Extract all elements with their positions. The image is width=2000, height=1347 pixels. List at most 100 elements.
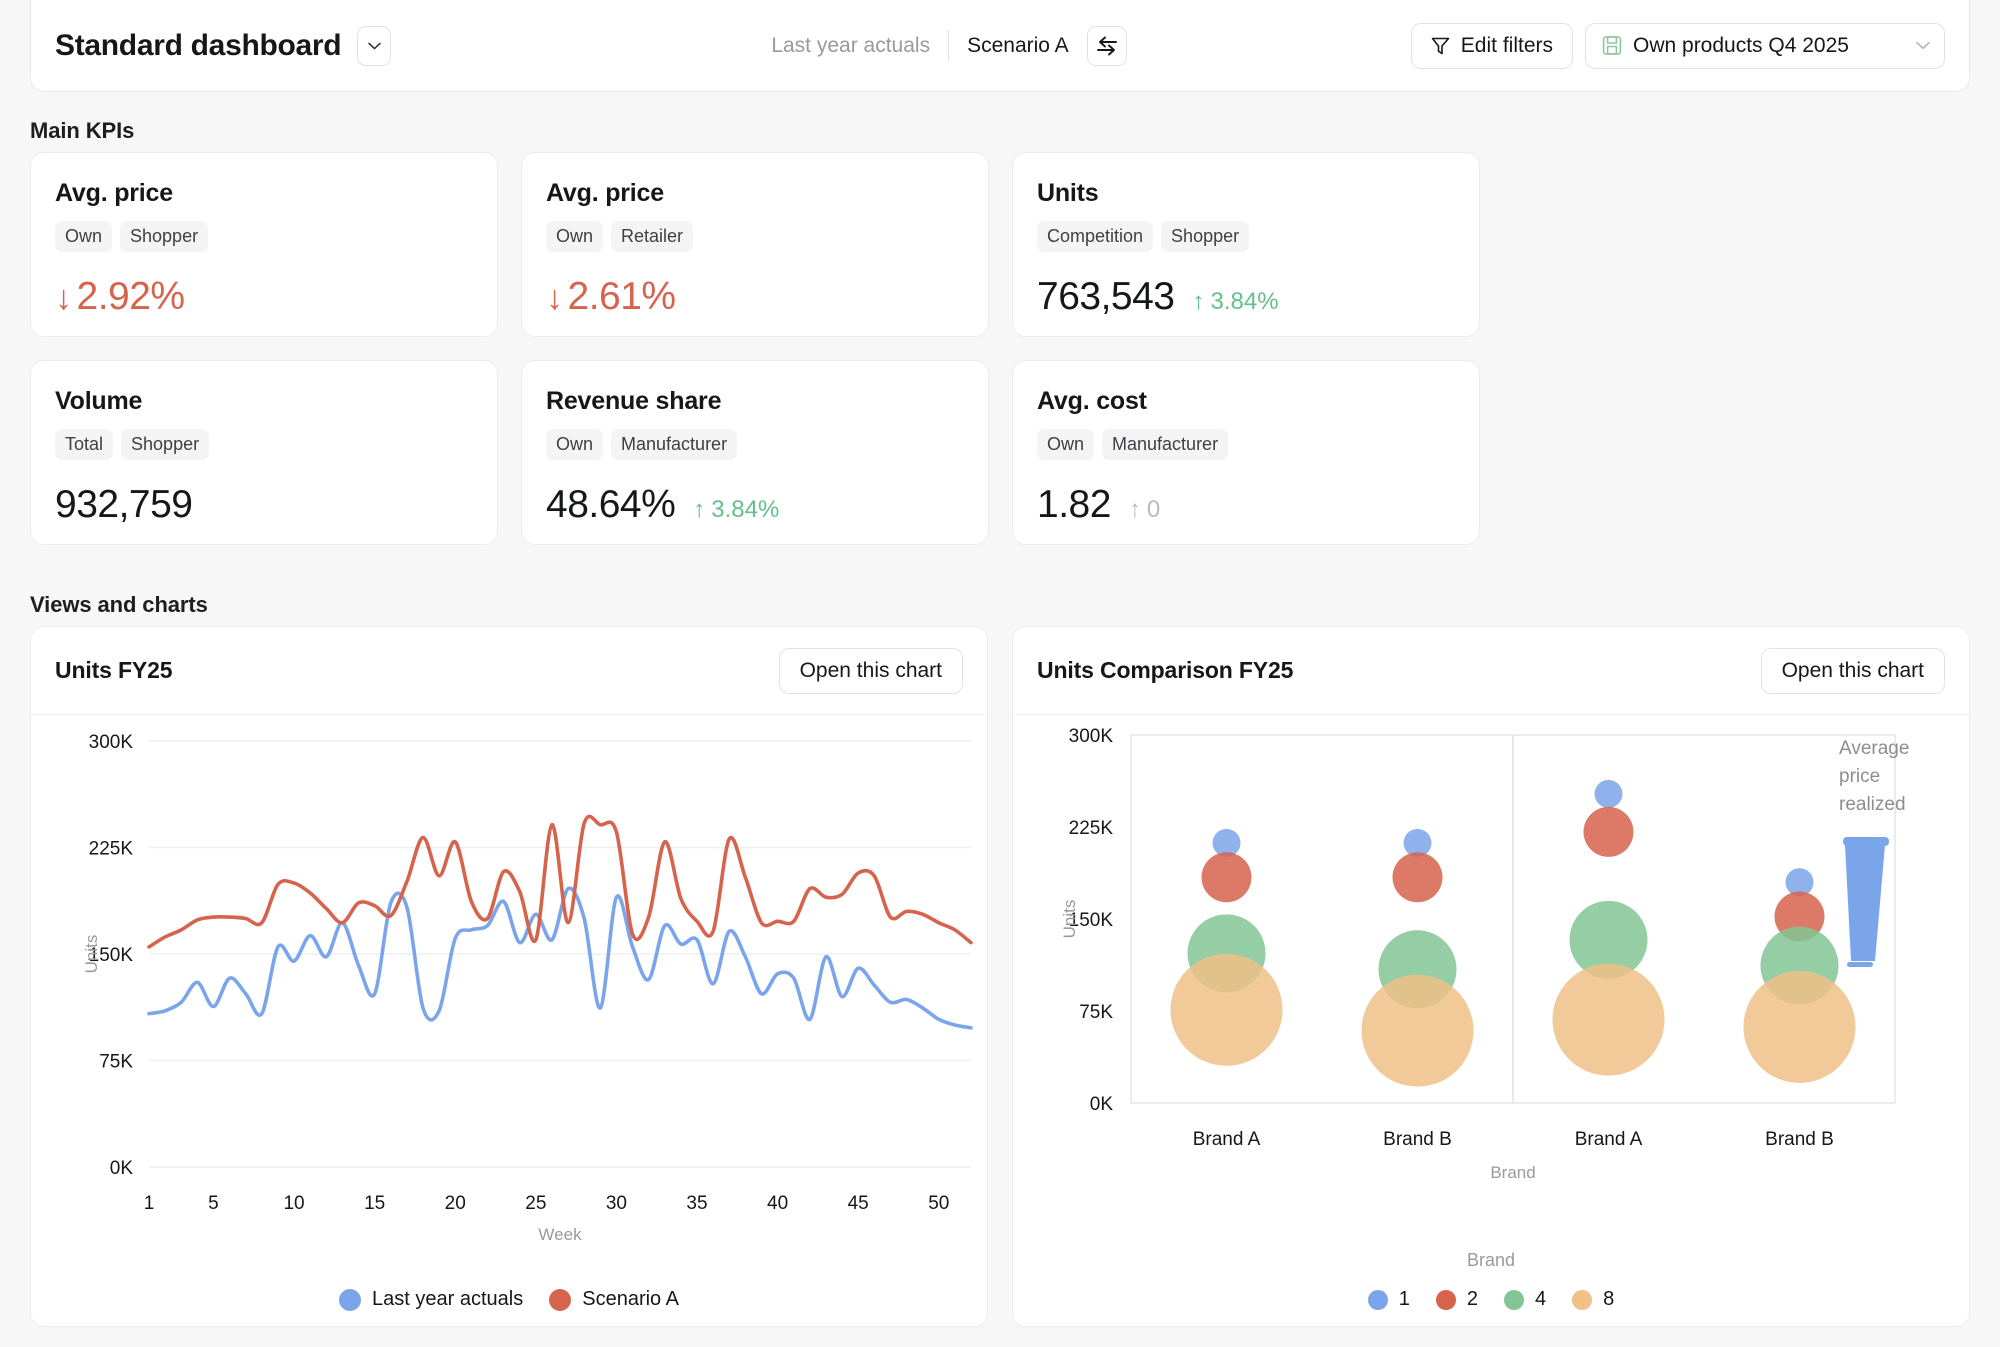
legend-item[interactable]: Scenario A — [549, 1288, 679, 1311]
kpi-chip: Competition — [1037, 221, 1154, 252]
x-tick-label: Brand A — [1193, 1129, 1261, 1150]
size-legend-title: Average price realized — [1839, 738, 1910, 815]
line-series-last-year-actuals — [147, 886, 973, 1030]
kpi-chips: Own Shopper — [55, 221, 497, 252]
chevron-down-icon — [368, 42, 381, 49]
chevron-down-icon — [1916, 41, 1930, 50]
legend-color-dot — [1572, 1289, 1593, 1310]
legend-item[interactable]: Last year actuals — [339, 1288, 523, 1311]
kpi-value-row: ↓ 2.92% — [55, 275, 497, 319]
scenario-baseline-label[interactable]: Last year actuals — [771, 34, 930, 58]
bubble-point — [1201, 852, 1252, 903]
dashboard-selector-button[interactable] — [357, 25, 392, 66]
legend-item[interactable]: 2 — [1435, 1288, 1478, 1311]
x-tick-label: 15 — [364, 1193, 385, 1214]
bubble-point — [1743, 970, 1856, 1083]
kpi-chip: Shopper — [1161, 221, 1250, 252]
kpi-value: ↓ 2.92% — [55, 275, 185, 319]
bubble-legend-title: Brand — [1466, 1250, 1516, 1270]
legend-label: 4 — [1535, 1288, 1547, 1310]
kpi-title: Units — [1037, 179, 1099, 207]
bubble-chart-title: Units Comparison FY25 — [1037, 657, 1294, 683]
line-chart-card: Units FY25 Open this chart 0K 75K 150K 225K… — [30, 626, 988, 1327]
scenario-switcher: Last year actuals Scenario A — [771, 25, 1127, 66]
kpi-value-row: ↓ 2.61% — [546, 275, 988, 319]
x-tick-label: 10 — [283, 1193, 304, 1214]
dashboard-header: Standard dashboard Last year actuals Sce… — [30, 0, 1970, 92]
arrow-down-icon: ↓ — [55, 279, 72, 317]
kpi-card-units[interactable]: Units Competition Shopper 763,543 ↑ 3.84… — [1012, 152, 1480, 337]
arrow-up-icon: ↑ — [1192, 288, 1205, 315]
y-axis-label: Units — [1060, 900, 1079, 939]
product-selection-label: Own products Q4 2025 — [1633, 33, 1849, 57]
x-tick-label: 45 — [848, 1193, 869, 1214]
legend-label: Last year actuals — [372, 1288, 524, 1310]
legend-color-dot — [549, 1288, 572, 1311]
header-actions: Edit filters Own products Q4 2025 — [1410, 22, 1945, 69]
kpi-value-row: 932,759 — [55, 483, 497, 527]
legend-item[interactable]: 4 — [1504, 1288, 1546, 1311]
bubble-chart-plot[interactable]: 0K75K150K225K300KUnitsBrand A Brand B Bran… — [1013, 715, 1969, 1250]
kpi-card-revenue-share[interactable]: Revenue share Own Manufacturer 48.64% ↑ … — [521, 360, 989, 545]
kpi-value-row: 1.82 ↑ 0 — [1037, 483, 1479, 527]
y-tick-label: 225K — [89, 839, 134, 860]
line-chart-header: Units FY25 Open this chart — [31, 627, 987, 715]
kpi-value-row: 763,543 ↑ 3.84% — [1037, 275, 1479, 319]
funnel-icon — [1431, 37, 1450, 54]
x-tick-label: 1 — [144, 1193, 155, 1214]
legend-label: 2 — [1466, 1288, 1478, 1310]
kpi-card-volume[interactable]: Volume Total Shopper 932,759 — [30, 360, 498, 545]
scenario-active-label[interactable]: Scenario A — [967, 34, 1069, 58]
bubble-chart-card: Units Comparison FY25 Open this chart 0K… — [1012, 626, 1970, 1327]
x-axis-label: Brand — [1490, 1163, 1535, 1182]
main-kpis-heading: Main KPIs — [30, 118, 135, 143]
edit-filters-button[interactable]: Edit filters — [1410, 22, 1573, 69]
kpi-chip: Own — [546, 221, 604, 252]
swap-scenarios-button[interactable] — [1086, 25, 1127, 66]
kpi-delta: ↑ 3.84% — [693, 496, 779, 524]
kpi-card-avg-price-shopper[interactable]: Avg. price Own Shopper ↓ 2.92% — [30, 152, 498, 337]
kpi-value: 763,543 — [1037, 275, 1175, 318]
kpi-grid: Avg. price Own Shopper ↓ 2.92% Avg. price… — [30, 152, 1970, 545]
bubble-chart-legend: 1 2 4 8 — [1013, 1288, 1969, 1311]
open-bubble-chart-button[interactable]: Open this chart — [1760, 647, 1945, 694]
bubble-point — [1594, 779, 1623, 808]
product-selection-select[interactable]: Own products Q4 2025 — [1585, 22, 1945, 69]
kpi-chip: Own — [1037, 429, 1095, 460]
legend-item[interactable]: 1 — [1367, 1288, 1410, 1311]
kpi-value: 932,759 — [55, 483, 193, 526]
kpi-value-text: 2.61% — [567, 275, 677, 318]
kpi-card-avg-cost[interactable]: Avg. cost Own Manufacturer 1.82 ↑ 0 — [1012, 360, 1480, 545]
kpi-card-avg-price-retailer[interactable]: Avg. price Own Retailer ↓ 2.61% — [521, 152, 989, 337]
kpi-delta-text: 3.84% — [1210, 288, 1279, 315]
kpi-title: Avg. price — [546, 179, 664, 207]
x-axis-label: Week — [538, 1225, 582, 1244]
line-series-scenario-a — [147, 814, 973, 949]
kpi-delta-text: 3.84% — [711, 496, 780, 523]
kpi-value-row: 48.64% ↑ 3.84% — [546, 483, 988, 527]
save-disk-icon — [1602, 36, 1622, 55]
arrow-up-icon: ↑ — [693, 496, 706, 523]
kpi-chips: Competition Shopper — [1037, 221, 1479, 252]
kpi-title: Avg. cost — [1037, 387, 1147, 415]
kpi-value: 48.64% — [546, 483, 676, 526]
bubble-point — [1392, 852, 1443, 903]
y-tick-label: 225K — [1069, 818, 1114, 839]
x-tick-label: Brand A — [1575, 1129, 1643, 1150]
y-axis-label: Units — [82, 935, 101, 974]
kpi-title: Revenue share — [546, 387, 722, 415]
open-line-chart-button[interactable]: Open this chart — [778, 647, 963, 694]
y-tick-label: 300K — [1069, 726, 1114, 747]
y-tick-label: 75K — [99, 1052, 133, 1073]
line-chart-body: 0K 75K 150K 225K 300K Units 1 5 10 15 20 25 30 35 40 45… — [31, 715, 987, 1327]
kpi-value: ↓ 2.61% — [546, 275, 676, 319]
kpi-title: Volume — [55, 387, 143, 415]
kpi-title: Avg. price — [55, 179, 173, 207]
kpi-chips: Own Manufacturer — [546, 429, 988, 460]
views-and-charts-heading: Views and charts — [30, 592, 208, 617]
x-tick-label: 25 — [525, 1193, 546, 1214]
legend-color-dot — [339, 1288, 362, 1311]
arrow-up-icon: ↑ — [1128, 496, 1141, 523]
line-chart-plot[interactable]: 0K75K150K225K300KUnits1 5 10 15 20 25 30 35 40 45… — [31, 715, 987, 1275]
legend-item[interactable]: 8 — [1572, 1288, 1614, 1311]
